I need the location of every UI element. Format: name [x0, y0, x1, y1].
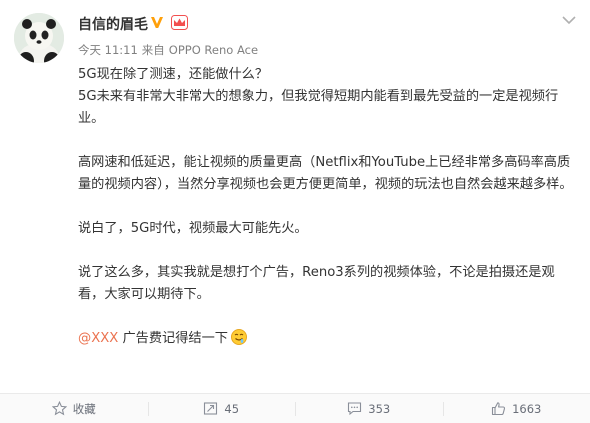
favorite-label: 收藏 [72, 401, 96, 416]
action-bar: 收藏 45 353 1663 [0, 393, 590, 423]
verified-v-icon[interactable] [150, 15, 164, 29]
like-count: 1663 [512, 401, 542, 416]
star-icon [51, 401, 67, 416]
thumbs-up-icon [492, 402, 506, 416]
username[interactable]: 自信的眉毛 [78, 14, 148, 34]
comment-icon [348, 402, 362, 416]
comment-button[interactable]: 353 [295, 394, 443, 423]
repost-icon [204, 402, 218, 415]
like-button[interactable]: 1663 [442, 394, 590, 423]
user-mention-link[interactable]: @XXX [78, 331, 118, 346]
weibo-post-card: 自信的眉毛 今天 11:11 来自 OPPO Reno Ace 5G现在除了测速，还… [0, 0, 590, 423]
post-closing: @XXX 广告费记得结一下 [78, 328, 578, 350]
post-line-2: 5G未来有非常大非常大的想象力，但我觉得短期内能看到最先受益的一定是视频行业。 [78, 89, 559, 126]
chevron-down-icon[interactable] [561, 14, 577, 26]
favorite-button[interactable]: 收藏 [0, 394, 148, 423]
post-line-1: 5G现在除了测速，还能做什么？ [78, 67, 269, 82]
repost-count: 45 [224, 401, 240, 416]
source-prefix: 来自 [141, 43, 165, 57]
post-meta: 今天 11:11 来自 OPPO Reno Ace [78, 42, 262, 58]
member-crown-icon[interactable] [171, 15, 188, 30]
user-avatar[interactable] [14, 13, 64, 63]
post-paragraph-3: 说白了，5G时代，视频最大可能先火。 [78, 221, 308, 236]
closing-text: 广告费记得结一下 [118, 331, 228, 346]
repost-button[interactable]: 45 [147, 394, 296, 423]
drooling-emoji-icon [231, 329, 247, 345]
post-time[interactable]: 今天 11:11 [78, 43, 138, 57]
post-content: 5G现在除了测速，还能做什么？ 5G未来有非常大非常大的想象力，但我觉得短期内能… [78, 64, 578, 350]
comment-count: 353 [368, 401, 391, 416]
source-device[interactable]: OPPO Reno Ace [169, 43, 258, 57]
panda-avatar-icon [14, 13, 64, 63]
post-paragraph-2: 高网速和低延迟，能让视频的质量更高（Netflix和YouTube上已经非常多高… [78, 155, 573, 192]
post-paragraph-4: 说了这么多，其实我就是想打个广告，Reno3系列的视频体验，不论是拍摄还是观看，… [78, 265, 555, 302]
